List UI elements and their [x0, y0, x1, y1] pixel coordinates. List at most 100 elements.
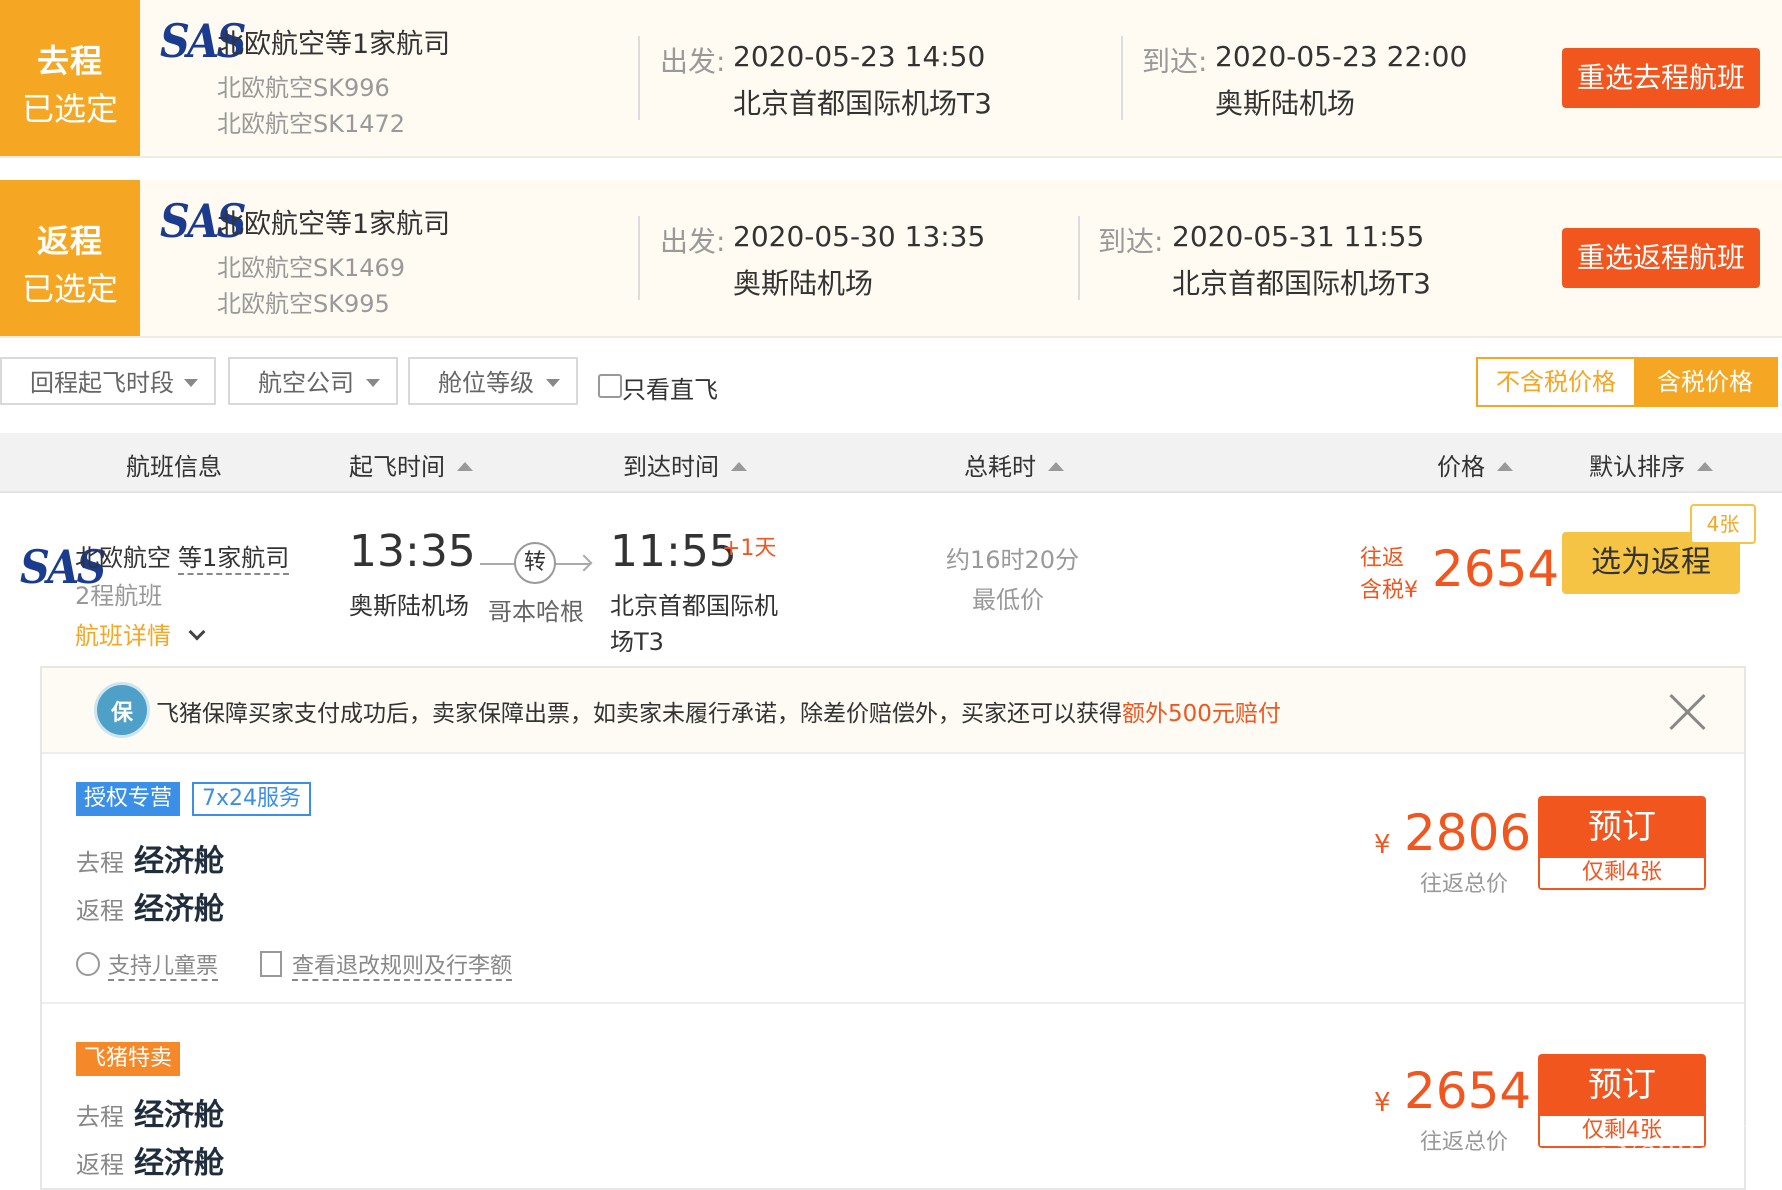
child-ticket-label: 支持儿童票	[108, 954, 219, 981]
offer-outbound-cabin-value: 经济舱	[134, 844, 224, 879]
sort-up-icon	[457, 462, 473, 471]
document-icon	[260, 951, 282, 977]
outbound-arrive-airport: 奥斯陆机场	[1215, 87, 1356, 120]
guarantee-notice: 保 飞猪保障买家支付成功后，卖家保障出票，如卖家未履行承诺，除差价赔偿外，买家还…	[42, 668, 1744, 754]
offer-price-note: 往返总价	[1420, 1130, 1509, 1155]
sort-up-icon	[731, 462, 747, 471]
offer-outbound-label: 去程	[76, 849, 124, 877]
col-flight-info-label: 航班信息	[126, 453, 222, 481]
reselect-outbound-button[interactable]: 重选去程航班	[1562, 48, 1760, 108]
result-currency: ¥	[1404, 578, 1419, 603]
return-depart-label: 出发:	[660, 225, 726, 258]
result-duration: 约16时20分	[946, 546, 1080, 574]
offer-price: 2806	[1404, 804, 1532, 862]
chevron-down-icon	[184, 379, 198, 387]
transfer-city: 哥本哈根	[488, 598, 584, 626]
price-excl-tax-option[interactable]: 不含税价格	[1478, 359, 1634, 405]
outbound-selected-tag: 去程 已选定	[0, 0, 140, 156]
divider	[638, 36, 640, 120]
offer-card-authorized: 授权专营 7x24服务 去程 经济舱 返程 经济舱 支持儿童票 查看退改规则及行李额…	[42, 754, 1744, 1004]
sort-default[interactable]: 默认排序	[1589, 447, 1713, 482]
guarantee-text: 飞猪保障买家支付成功后，卖家保障出票，如卖家未履行承诺，除差价赔偿外，买家还可以…	[156, 694, 1281, 728]
return-arrive-airport: 北京首都国际机场T3	[1172, 267, 1431, 300]
offer-outbound-label: 去程	[76, 1103, 124, 1131]
book-button[interactable]: 预订 仅剩4张	[1538, 796, 1706, 890]
offer-return-label: 返程	[76, 897, 124, 925]
outbound-depart-time: 2020-05-23 14:50	[733, 40, 986, 73]
sort-depart-time[interactable]: 起飞时间	[349, 447, 473, 482]
return-selected-panel: 返程 已选定 SAS 北欧航空等1家航司 北欧航空SK1469 北欧航空SK99…	[0, 180, 1782, 338]
divider	[638, 216, 640, 300]
offer-tag-authorized: 授权专营	[76, 782, 181, 816]
result-arrive-plus-day: +1天	[722, 536, 777, 561]
airline-filter[interactable]: 航空公司	[228, 357, 398, 405]
offer-price: 2654	[1404, 1062, 1532, 1120]
result-segments: 2程航班	[75, 582, 163, 610]
result-airline: 北欧航空	[75, 544, 171, 572]
sort-depart-time-label: 起飞时间	[349, 453, 445, 481]
sort-default-label: 默认排序	[1589, 453, 1685, 481]
close-icon[interactable]	[1666, 688, 1710, 732]
refund-rules-link[interactable]: 查看退改规则及行李额	[260, 948, 513, 981]
arrow-right-icon	[575, 554, 593, 572]
sort-up-icon	[1497, 462, 1513, 471]
result-price-tax-label: 含税	[1360, 578, 1405, 603]
offer-return-cabin: 返程 经济舱	[76, 884, 224, 928]
outbound-arrive-label: 到达:	[1142, 45, 1208, 78]
result-depart-time: 13:35	[349, 526, 476, 577]
child-ticket-info[interactable]: 支持儿童票	[76, 948, 219, 981]
offer-return-cabin-value: 经济舱	[134, 892, 224, 927]
result-airline-more[interactable]: 等1家航司	[178, 538, 290, 575]
offer-return-cabin-value: 经济舱	[134, 1146, 224, 1181]
return-tag-line2: 已选定	[21, 270, 118, 308]
return-depart-airport: 奥斯陆机场	[733, 267, 874, 300]
offer-price-note: 往返总价	[1420, 872, 1509, 897]
return-flight-1: 北欧航空SK1469	[217, 254, 406, 282]
outbound-flight-2: 北欧航空SK1472	[217, 110, 406, 138]
book-button-label: 预订	[1588, 1065, 1656, 1105]
result-price-label-roundtrip: 往返	[1360, 546, 1405, 571]
sort-duration[interactable]: 总耗时	[964, 447, 1064, 482]
return-selected-tag: 返程 已选定	[0, 180, 140, 336]
flight-details-link[interactable]: 航班详情	[75, 616, 206, 651]
offers-panel: 保 飞猪保障买家支付成功后，卖家保障出票，如卖家未履行承诺，除差价赔偿外，买家还…	[40, 666, 1746, 1190]
outbound-airline: 北欧航空等1家航司	[217, 29, 451, 60]
return-arrive-label: 到达:	[1098, 225, 1164, 258]
sort-price[interactable]: 价格	[1437, 447, 1513, 482]
outbound-arrive-time: 2020-05-23 22:00	[1215, 40, 1468, 73]
remaining-seats: 仅剩4张	[1540, 858, 1704, 888]
sort-arrive-time-label: 到达时间	[623, 453, 719, 481]
result-price-label-tax: 含税¥	[1360, 572, 1418, 604]
direct-only-label[interactable]: 只看直飞	[622, 370, 718, 405]
time-period-filter[interactable]: 回程起飞时段	[0, 357, 216, 405]
guarantee-highlight: 额外500元赔付	[1122, 701, 1281, 727]
flight-details-label: 航班详情	[75, 622, 171, 650]
shield-icon-label: 保	[110, 701, 133, 726]
chevron-down-icon	[546, 379, 560, 387]
return-depart-time: 2020-05-30 13:35	[733, 220, 986, 253]
result-lowest-price-note: 最低价	[972, 586, 1044, 614]
sort-arrive-time[interactable]: 到达时间	[623, 447, 747, 482]
offer-outbound-cabin: 去程 经济舱	[76, 1090, 224, 1134]
outbound-selected-panel: 去程 已选定 SAS 北欧航空等1家航司 北欧航空SK996 北欧航空SK147…	[0, 0, 1782, 158]
cabin-filter-label: 舱位等级	[438, 369, 534, 397]
transfer-badge: 转	[514, 542, 556, 584]
sort-up-icon	[1048, 462, 1064, 471]
outbound-flight-1: 北欧航空SK996	[217, 74, 390, 102]
offer-currency: ¥	[1374, 830, 1391, 860]
cabin-filter[interactable]: 舱位等级	[408, 357, 578, 405]
smile-icon	[76, 952, 100, 976]
price-incl-tax-option[interactable]: 含税价格	[1634, 359, 1776, 405]
result-depart-airport: 奥斯陆机场	[349, 592, 469, 620]
time-period-filter-label: 回程起飞时段	[30, 369, 174, 397]
result-arrive-time: 11:55	[610, 526, 737, 577]
sort-price-label: 价格	[1437, 453, 1485, 481]
refund-rules-label: 查看退改规则及行李额	[292, 954, 513, 981]
return-arrive-time: 2020-05-31 11:55	[1172, 220, 1425, 253]
return-tag-line1: 返程	[36, 222, 103, 260]
offer-tag-service: 7x24服务	[192, 782, 312, 816]
divider	[1078, 216, 1080, 300]
reselect-return-button[interactable]: 重选返程航班	[1562, 228, 1760, 288]
direct-only-checkbox[interactable]	[598, 374, 622, 398]
result-arrive-airport-line2: 场T3	[610, 628, 664, 656]
